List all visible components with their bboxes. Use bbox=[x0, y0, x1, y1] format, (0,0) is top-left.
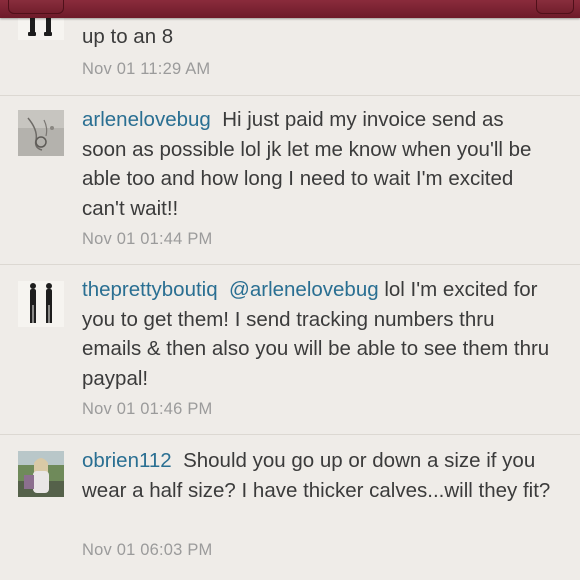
comment-mention[interactable]: @arlenelovebug bbox=[229, 278, 379, 301]
comment-timestamp: Nov 01 06:03 PM bbox=[82, 541, 213, 559]
comment-timestamp: Nov 01 11:29 AM bbox=[82, 60, 211, 78]
divider bbox=[0, 434, 580, 435]
avatar-photo bbox=[18, 451, 64, 497]
back-button[interactable] bbox=[8, 0, 64, 14]
nav-action-button[interactable] bbox=[536, 0, 574, 14]
comment-text: theprettyboutiq @arlenelovebug lol I'm e… bbox=[82, 275, 552, 393]
comment-username[interactable]: theprettyboutiq bbox=[82, 278, 218, 301]
comment-timestamp: Nov 01 01:44 PM bbox=[82, 230, 213, 248]
avatar-photo bbox=[18, 281, 64, 327]
divider bbox=[0, 95, 580, 96]
comment-text: obrien112 Should you go up or down a siz… bbox=[82, 446, 552, 505]
comment-text: arlenelovebug Hi just paid my invoice se… bbox=[82, 105, 552, 223]
comment-timestamp: Nov 01 01:46 PM bbox=[82, 400, 213, 418]
navigation-bar bbox=[0, 0, 580, 18]
comment-username[interactable]: obrien112 bbox=[82, 449, 172, 472]
comment-text: up to an 8 bbox=[82, 25, 174, 48]
avatar[interactable] bbox=[18, 281, 64, 327]
avatar-photo bbox=[18, 110, 64, 156]
comment-username[interactable]: arlenelovebug bbox=[82, 108, 211, 131]
avatar[interactable] bbox=[18, 110, 64, 156]
avatar[interactable] bbox=[18, 451, 64, 497]
divider bbox=[0, 264, 580, 265]
comments-screen: up to an 8 Nov 01 11:29 AM arlenelovebug… bbox=[0, 0, 580, 580]
